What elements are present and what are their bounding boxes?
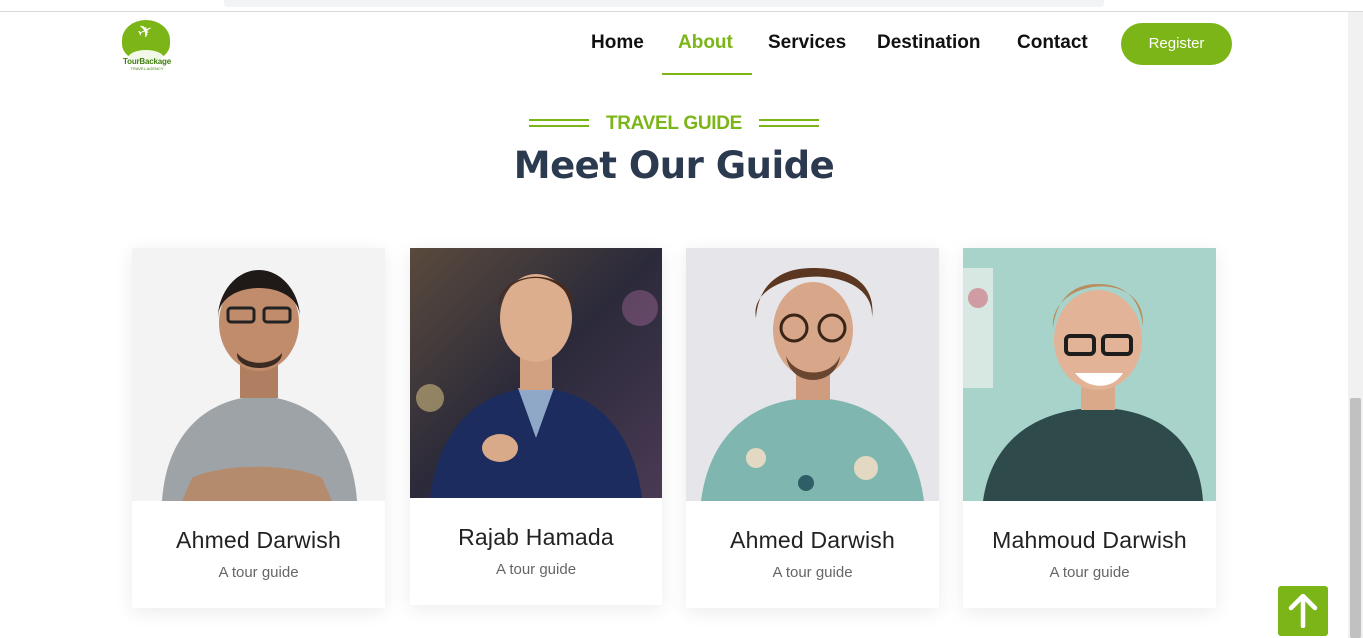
guide-role: A tour guide — [495, 561, 577, 578]
section-subtitle-group: TRAVEL GUIDE — [529, 112, 819, 136]
arrow-up-icon — [1288, 594, 1318, 628]
nav-services[interactable]: Services — [768, 31, 846, 55]
subtitle-line-left — [529, 119, 589, 127]
guide-photo — [410, 248, 662, 498]
guide-name: Ahmed Darwish — [730, 527, 895, 553]
scroll-to-top-button[interactable] — [1278, 586, 1328, 636]
nav-contact[interactable]: Contact — [1017, 31, 1088, 55]
logo-name: TourBackage — [123, 57, 171, 66]
browser-top-bar — [0, 0, 1363, 12]
page-scrollbar[interactable] — [1348, 12, 1363, 638]
nav-home[interactable]: Home — [591, 31, 644, 55]
subtitle-line-right — [759, 119, 819, 127]
guide-name: Rajab Hamada — [458, 524, 614, 550]
logo-tagline: TRAVEL AGENCY — [130, 66, 164, 71]
guide-role: A tour guide — [218, 564, 299, 581]
logo-badge: ✈ — [122, 20, 170, 60]
logo[interactable]: ✈ TourBackage TRAVEL AGENCY — [121, 20, 173, 72]
guide-role: A tour guide — [772, 564, 853, 581]
guide-card[interactable]: Mahmoud Darwish A tour guide — [963, 248, 1216, 608]
active-nav-underline — [662, 73, 752, 75]
guide-name: Ahmed Darwish — [176, 527, 341, 553]
nav-destination[interactable]: Destination — [877, 31, 980, 55]
plane-icon: ✈ — [134, 20, 157, 45]
guide-role: A tour guide — [1049, 564, 1130, 581]
section-title: Meet Our Guide — [513, 144, 835, 187]
scrollbar-thumb[interactable] — [1350, 398, 1361, 638]
guide-photo — [963, 248, 1216, 501]
register-button[interactable]: Register — [1121, 23, 1232, 65]
section-subtitle: TRAVEL GUIDE — [605, 113, 743, 134]
guide-name: Mahmoud Darwish — [992, 527, 1187, 553]
guide-card[interactable]: Ahmed Darwish A tour guide — [686, 248, 939, 608]
nav-about[interactable]: About — [678, 31, 733, 55]
guide-card[interactable]: Rajab Hamada A tour guide — [410, 248, 662, 605]
guide-card[interactable]: Ahmed Darwish A tour guide — [132, 248, 385, 608]
guide-photo — [686, 248, 939, 501]
guide-photo — [132, 248, 385, 501]
address-bar[interactable] — [224, 0, 1104, 7]
